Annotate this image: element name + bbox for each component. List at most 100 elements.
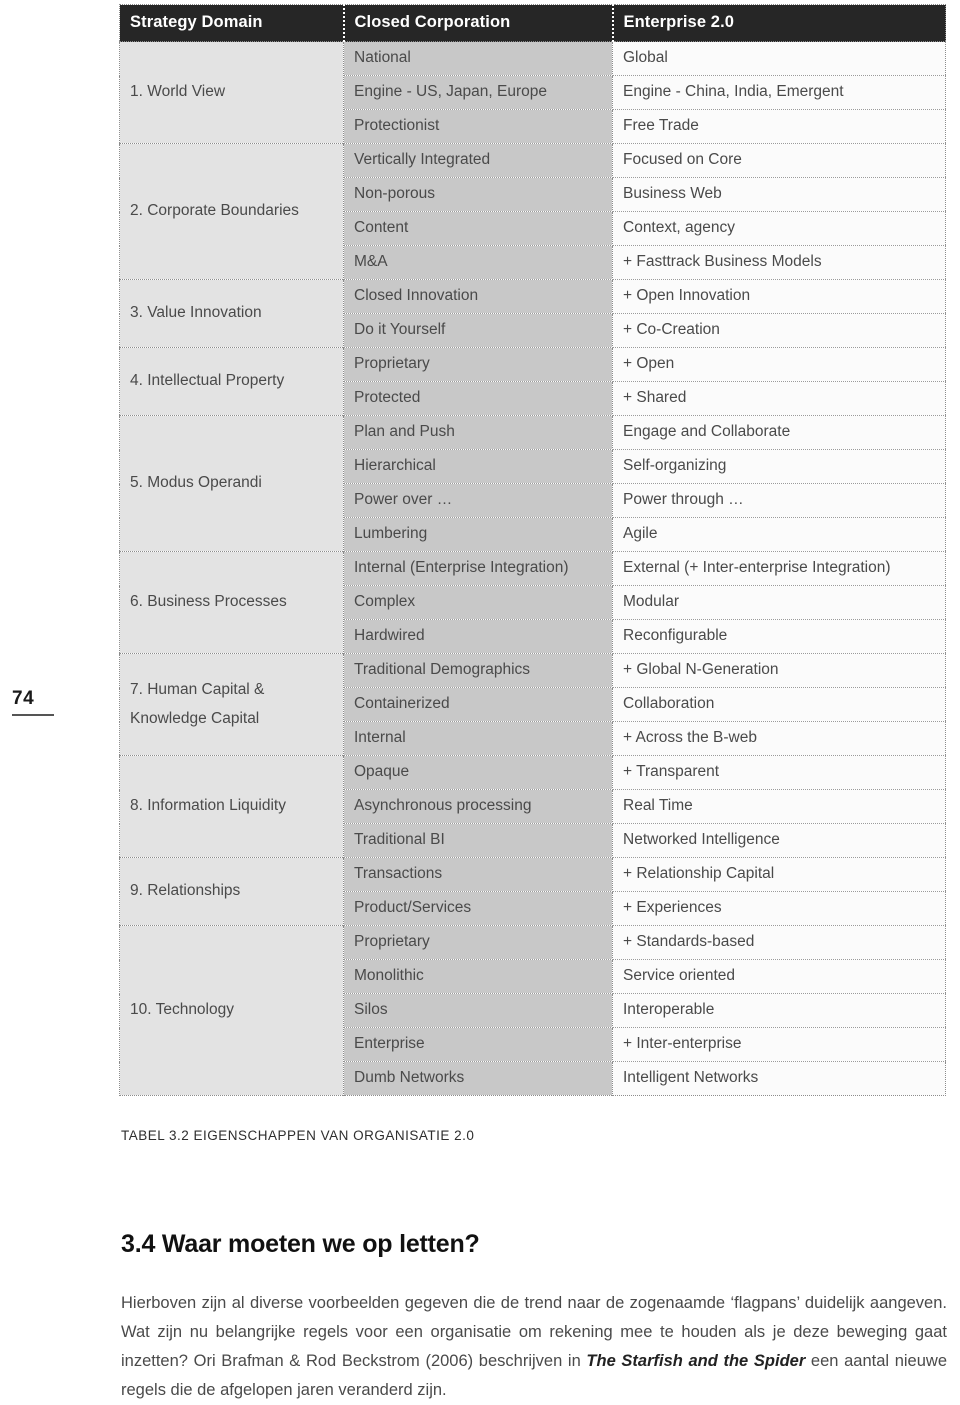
closed-corporation-cell: Containerized — [343, 687, 613, 722]
table-header-closed-corporation: Closed Corporation — [343, 4, 614, 42]
strategy-domain-cell: 6. Business Processes — [119, 551, 344, 654]
section-heading: 3.4 Waar moeten we op letten? — [121, 1229, 480, 1258]
enterprise-20-cell: + Standards-based — [612, 925, 946, 960]
closed-corporation-cell: Dumb Networks — [343, 1061, 613, 1096]
closed-corporation-cell: Product/Services — [343, 891, 613, 926]
enterprise-comparison-table: Strategy Domain Closed Corporation Enter… — [119, 4, 946, 1096]
comparison-table-container: Strategy Domain Closed Corporation Enter… — [119, 4, 946, 1096]
enterprise-20-cell: + Relationship Capital — [612, 857, 946, 892]
enterprise-20-cell: + Across the B-web — [612, 721, 946, 756]
strategy-domain-label: 8. Information Liquidity — [130, 797, 286, 815]
strategy-domain-label: 7. Human Capital & — [130, 680, 265, 698]
table-header-row: Strategy Domain Closed Corporation Enter… — [119, 4, 946, 42]
enterprise-20-cell: Engine - China, India, Emergent — [612, 75, 946, 110]
closed-corporation-cell: Internal (Enterprise Integration) — [343, 551, 613, 586]
strategy-domain-label: 9. Relationships — [130, 882, 241, 900]
enterprise-20-cell: Interoperable — [612, 993, 946, 1028]
enterprise-20-cell: Reconfigurable — [612, 619, 946, 654]
enterprise-20-cell: + Shared — [612, 381, 946, 416]
enterprise-20-cell: + Open — [612, 347, 946, 382]
strategy-domain-label: 4. Intellectual Property — [130, 372, 285, 390]
enterprise-20-cell: Intelligent Networks — [612, 1061, 946, 1096]
strategy-domain-label: 5. Modus Operandi — [130, 474, 262, 492]
strategy-domain-cell: 10. Technology — [119, 925, 344, 1096]
strategy-domain-label: 10. Technology — [130, 1001, 234, 1019]
enterprise-20-cell: + Transparent — [612, 755, 946, 790]
enterprise-20-cell: Real Time — [612, 789, 946, 824]
enterprise-20-cell: + Global N-Generation — [612, 653, 946, 688]
table-row: 6. Business Processes Internal (Enterpris… — [119, 551, 946, 654]
enterprise-20-cell: Agile — [612, 517, 946, 552]
enterprise-20-cell: External (+ Inter-enterprise Integration… — [612, 551, 946, 586]
enterprise-20-cell: + Experiences — [612, 891, 946, 926]
strategy-domain-cell: 3. Value Innovation — [119, 279, 344, 348]
strategy-domain-cell: 7. Human Capital & Knowledge Capital — [119, 653, 344, 756]
strategy-domain-label: 3. Value Innovation — [130, 304, 262, 322]
closed-corporation-cell: Closed Innovation — [343, 279, 613, 314]
enterprise-20-cell: Modular — [612, 585, 946, 620]
table-row: 4. Intellectual Property Proprietary + Ope… — [119, 347, 946, 416]
closed-corporation-cell: Transactions — [343, 857, 613, 892]
closed-corporation-cell: Proprietary — [343, 925, 613, 960]
strategy-domain-cell: 9. Relationships — [119, 857, 344, 926]
strategy-domain-cell: 2. Corporate Boundaries — [119, 143, 344, 280]
table-header: Strategy Domain Closed Corporation Enter… — [119, 4, 946, 42]
enterprise-20-cell: Context, agency — [612, 211, 946, 246]
closed-corporation-cell: Plan and Push — [343, 415, 613, 450]
closed-corporation-cell: Content — [343, 211, 613, 246]
table-row: 7. Human Capital & Knowledge Capital Tradi… — [119, 653, 946, 756]
enterprise-20-cell: Business Web — [612, 177, 946, 212]
strategy-domain-cell: 1. World View — [119, 41, 344, 144]
enterprise-20-cell: Service oriented — [612, 959, 946, 994]
closed-corporation-cell: Non-porous — [343, 177, 613, 212]
closed-corporation-cell: Enterprise — [343, 1027, 613, 1062]
closed-corporation-cell: Do it Yourself — [343, 313, 613, 348]
table-row: 10. Technology Proprietary + Standards-bas… — [119, 925, 946, 1096]
closed-corporation-cell: Protectionist — [343, 109, 613, 144]
closed-corporation-cell: Protected — [343, 381, 613, 416]
closed-corporation-cell: Complex — [343, 585, 613, 620]
closed-corporation-cell: Hierarchical — [343, 449, 613, 484]
closed-corporation-cell: M&A — [343, 245, 613, 280]
table-row: 3. Value Innovation Closed Innovation + Op… — [119, 279, 946, 348]
strategy-domain-cell: 8. Information Liquidity — [119, 755, 344, 858]
enterprise-20-cell: Networked Intelligence — [612, 823, 946, 858]
closed-corporation-cell: Engine - US, Japan, Europe — [343, 75, 613, 110]
table-row: 5. Modus Operandi Plan and Push Engage and… — [119, 415, 946, 552]
table-row: 1. World View National Global — [119, 41, 946, 144]
enterprise-20-cell: Focused on Core — [612, 143, 946, 178]
enterprise-20-cell: + Co-Creation — [612, 313, 946, 348]
table-row: 8. Information Liquidity Opaque + Transpar… — [119, 755, 946, 858]
page-number: 74 — [12, 688, 35, 709]
enterprise-20-cell: Global — [612, 41, 946, 76]
page-number-block: 74 — [8, 688, 78, 716]
enterprise-20-cell: Engage and Collaborate — [612, 415, 946, 450]
table-header-strategy-domain: Strategy Domain — [119, 4, 345, 42]
strategy-domain-label: 2. Corporate Boundaries — [130, 202, 299, 220]
closed-corporation-cell: Lumbering — [343, 517, 613, 552]
enterprise-20-cell: + Inter-enterprise — [612, 1027, 946, 1062]
table-row: 9. Relationships Transactions + Relationsh… — [119, 857, 946, 926]
closed-corporation-cell: Monolithic — [343, 959, 613, 994]
strategy-domain-cell: 4. Intellectual Property — [119, 347, 344, 416]
strategy-domain-label: 6. Business Processes — [130, 593, 287, 611]
table-header-enterprise-20: Enterprise 2.0 — [612, 4, 946, 42]
book-title-italic: The Starfish and the Spider — [586, 1351, 806, 1370]
closed-corporation-cell: Traditional Demographics — [343, 653, 613, 688]
closed-corporation-cell: Proprietary — [343, 347, 613, 382]
strategy-domain-cell: 5. Modus Operandi — [119, 415, 344, 552]
closed-corporation-cell: National — [343, 41, 613, 76]
closed-corporation-cell: Silos — [343, 993, 613, 1028]
enterprise-20-cell: Self-organizing — [612, 449, 946, 484]
page-number-rule — [12, 714, 54, 716]
closed-corporation-cell: Power over … — [343, 483, 613, 518]
closed-corporation-cell: Asynchronous processing — [343, 789, 613, 824]
closed-corporation-cell: Internal — [343, 721, 613, 756]
table-row: 2. Corporate Boundaries Vertically Integr… — [119, 143, 946, 280]
closed-corporation-cell: Vertically Integrated — [343, 143, 613, 178]
closed-corporation-cell: Hardwired — [343, 619, 613, 654]
enterprise-20-cell: + Open Innovation — [612, 279, 946, 314]
enterprise-20-cell: Free Trade — [612, 109, 946, 144]
body-paragraph: Hierboven zijn al diverse voorbeelden ge… — [121, 1289, 947, 1405]
closed-corporation-cell: Traditional BI — [343, 823, 613, 858]
